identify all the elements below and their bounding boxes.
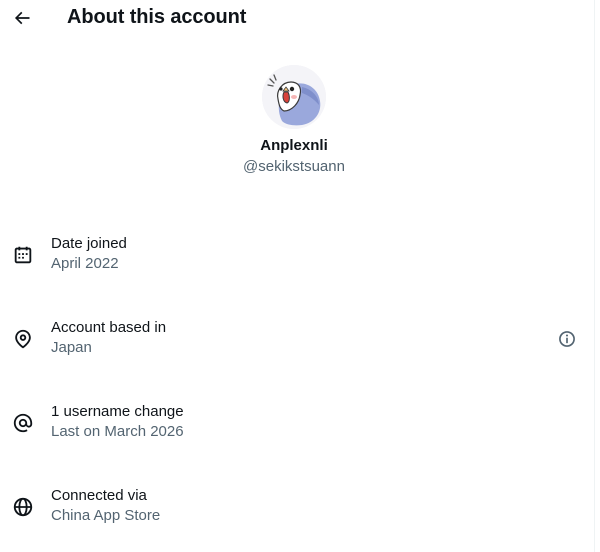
- column-divider: [594, 0, 595, 552]
- location-pin-icon: [11, 327, 35, 351]
- info-label: Date joined: [51, 235, 127, 252]
- avatar-image: [262, 65, 326, 129]
- info-row-date-joined: Date joined April 2022: [0, 229, 594, 281]
- arrow-left-icon: [12, 8, 32, 28]
- info-row-username-change: 1 username change Last on March 2026: [0, 397, 594, 449]
- info-value: April 2022: [51, 255, 119, 272]
- info-label: 1 username change: [51, 403, 184, 420]
- at-sign-icon: [11, 411, 35, 435]
- info-label: Account based in: [51, 319, 167, 336]
- info-value: China App Store: [51, 507, 161, 524]
- info-value: Last on March 2026: [51, 423, 184, 440]
- info-circle-icon[interactable]: [555, 327, 579, 351]
- page-title: About this account: [67, 6, 247, 28]
- info-row-connected-via: Connected via China App Store: [0, 481, 594, 533]
- info-value: Japan: [51, 339, 92, 356]
- globe-icon: [11, 495, 35, 519]
- page-header: About this account: [0, 0, 594, 36]
- back-button[interactable]: [8, 4, 36, 32]
- calendar-icon: [11, 243, 35, 267]
- info-row-account-based-in: Account based in Japan: [0, 313, 594, 365]
- avatar[interactable]: [262, 65, 326, 129]
- display-name: Anplexnli: [260, 137, 328, 154]
- about-account-page: About this account Anplexnli @sekikstsua…: [0, 0, 594, 552]
- username-handle: @sekikstsuann: [243, 158, 345, 175]
- info-label: Connected via: [51, 487, 147, 504]
